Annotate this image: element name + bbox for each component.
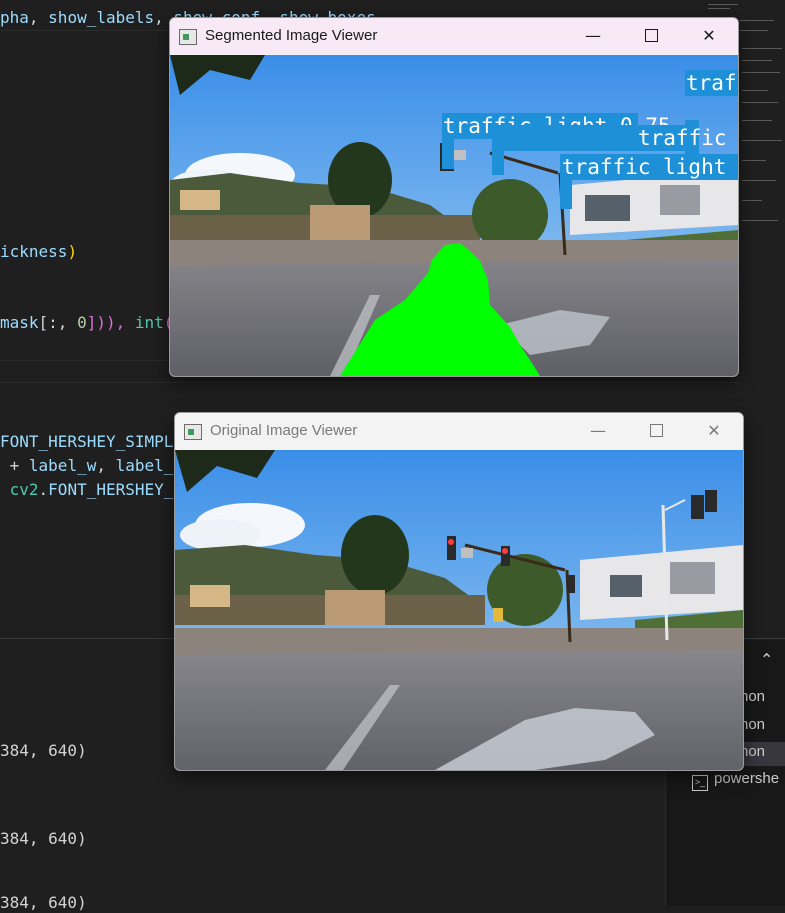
code-line: 384, 640) (0, 741, 87, 760)
close-button[interactable]: ✕ (680, 18, 738, 54)
svg-text:traffic light 0.5: traffic light 0.5 (562, 155, 738, 179)
minimize-button[interactable]: — (569, 413, 627, 449)
maximize-button[interactable] (622, 18, 680, 54)
close-button[interactable]: ✕ (685, 413, 743, 449)
code-line: cv2.FONT_HERSHEY_S (0, 480, 184, 499)
line-divider (0, 382, 740, 383)
detection-box: traff (685, 70, 738, 96)
maximize-button[interactable] (627, 413, 685, 449)
title-bar[interactable]: Original Image Viewer — ✕ (175, 413, 743, 449)
terminal-tab-powershell[interactable]: >_ powershe (692, 770, 779, 791)
traffic-light (691, 495, 704, 519)
detection-box: traffic light 0.80 (492, 125, 738, 151)
close-icon: ✕ (707, 421, 721, 440)
original-image (175, 450, 743, 770)
segmented-image: traffic light 0.75 traffic light 0.80 tr… (170, 55, 738, 376)
detection-box: traffic light 0.5 (560, 154, 738, 180)
svg-text:traffic light 0.80: traffic light 0.80 (638, 126, 738, 150)
window-title: Original Image Viewer (210, 422, 358, 439)
traffic-light (705, 490, 717, 512)
code-line: FONT_HERSHEY_SIMPL (0, 432, 174, 451)
code-line: ickness) (0, 242, 78, 261)
window-title: Segmented Image Viewer (205, 27, 378, 44)
terminal-icon: >_ (692, 775, 708, 791)
svg-text:traff: traff (686, 71, 738, 95)
maximize-icon (644, 29, 658, 42)
minimize-button[interactable]: — (564, 18, 622, 54)
code-line: mask[:, 0])), int( (0, 313, 173, 332)
chevron-up-icon[interactable]: ⌃ (760, 650, 773, 669)
traffic-light (567, 575, 575, 593)
terminal-tab-active[interactable]: non (740, 742, 785, 766)
app-icon (179, 29, 197, 45)
code-line: 384, 640) (0, 893, 87, 912)
close-icon: ✕ (702, 26, 716, 45)
maximize-icon (649, 424, 663, 437)
segmented-image-viewer-window[interactable]: Segmented Image Viewer — ✕ traffic traff… (169, 17, 739, 377)
code-line: 384, 640) (0, 829, 87, 848)
original-image-viewer-window[interactable]: Original Image Viewer — ✕ (174, 412, 744, 771)
app-icon (184, 424, 202, 440)
code-line: + label_w, label_ (0, 456, 174, 475)
title-bar[interactable]: Segmented Image Viewer — ✕ (170, 18, 738, 54)
